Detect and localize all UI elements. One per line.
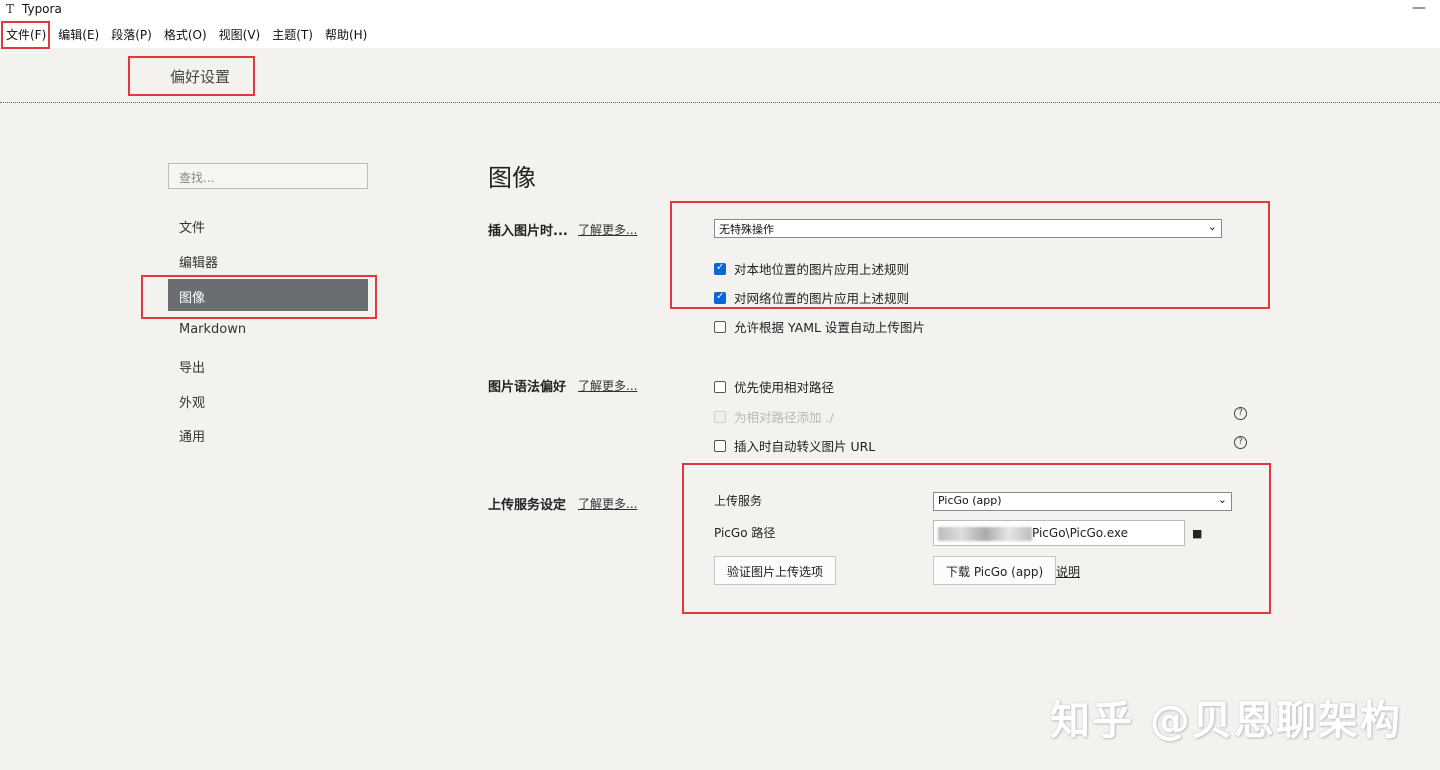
syntax-learn-more-link[interactable]: 了解更多... — [578, 377, 637, 394]
upload-learn-more-link[interactable]: 了解更多... — [578, 495, 637, 512]
insert-image-label: 插入图片时... — [488, 224, 568, 239]
watermark: 知乎 @贝恩聊架构 — [1050, 698, 1402, 744]
nav-item-export[interactable]: 导出 — [168, 349, 368, 381]
nav-item-image[interactable]: 图像 — [168, 279, 368, 311]
nav-item-general[interactable]: 通用 — [168, 418, 368, 450]
upload-service-select[interactable]: PicGo (app) ⌄ — [933, 492, 1232, 511]
chevron-down-icon: ⌄ — [1217, 493, 1227, 506]
menu-theme[interactable]: 主题(T) — [272, 26, 313, 43]
syntax-pref-label: 图片语法偏好 — [488, 380, 567, 395]
checkbox-icon[interactable] — [714, 262, 726, 275]
menu-format[interactable]: 格式(O) — [164, 26, 207, 43]
search-input[interactable]: 查找... — [168, 163, 368, 189]
typora-logo-icon: T — [6, 2, 15, 16]
checkbox-label: 优先使用相对路径 — [734, 380, 835, 395]
nav-item-editor[interactable]: 编辑器 — [168, 244, 368, 276]
checkbox-local-images[interactable]: 对本地位置的图片应用上述规则 — [714, 259, 909, 278]
menu-view[interactable]: 视图(V) — [219, 26, 261, 43]
help-icon[interactable]: ? — [1234, 407, 1247, 420]
checkbox-escape-url[interactable]: 插入时自动转义图片 URL — [714, 436, 875, 455]
checkbox-label: 为相对路径添加 ./ — [734, 410, 834, 425]
checkbox-yaml-upload[interactable]: 允许根据 YAML 设置自动上传图片 — [714, 317, 925, 336]
menu-file[interactable]: 文件(F) — [6, 26, 46, 43]
checkbox-label: 允许根据 YAML 设置自动上传图片 — [734, 320, 925, 335]
insert-action-select[interactable]: 无特殊操作 ⌄ — [714, 219, 1222, 238]
menu-edit[interactable]: 编辑(E) — [58, 26, 99, 43]
checkbox-icon — [714, 410, 726, 423]
folder-icon[interactable]: ■ — [1192, 527, 1202, 540]
nav-item-appearance[interactable]: 外观 — [168, 384, 368, 416]
checkbox-network-images[interactable]: 对网络位置的图片应用上述规则 — [714, 288, 909, 307]
insert-learn-more-link[interactable]: 了解更多... — [578, 221, 637, 238]
help-icon[interactable]: ? — [1234, 436, 1247, 449]
title-bar: T Typora — — [0, 0, 1440, 20]
checkbox-add-dot-slash: 为相对路径添加 ./ — [714, 407, 834, 426]
upload-service-field-label: 上传服务 — [714, 494, 763, 508]
menu-paragraph[interactable]: 段落(P) — [111, 26, 152, 43]
section-title: 图像 — [488, 164, 536, 192]
checkbox-label: 插入时自动转义图片 URL — [734, 439, 876, 454]
menu-bar: 文件(F) 编辑(E) 段落(P) 格式(O) 视图(V) 主题(T) 帮助(H… — [0, 20, 1440, 48]
checkbox-icon[interactable] — [714, 291, 726, 304]
checkbox-relative-path[interactable]: 优先使用相对路径 — [714, 377, 834, 396]
nav-item-file[interactable]: 文件 — [168, 209, 368, 241]
upload-service-label: 上传服务设定 — [488, 498, 567, 513]
verify-upload-button[interactable]: 验证图片上传选项 — [714, 556, 837, 585]
checkbox-icon[interactable] — [714, 439, 726, 452]
chevron-down-icon: ⌄ — [1207, 220, 1217, 233]
picgo-path-value: PicGo\PicGo.exe — [1032, 526, 1129, 540]
checkbox-label: 对网络位置的图片应用上述规则 — [734, 291, 910, 306]
upload-service-value: PicGo (app) — [938, 494, 1002, 507]
checkbox-icon[interactable] — [714, 380, 726, 393]
instructions-link[interactable]: 说明 — [1056, 563, 1080, 580]
header-divider — [0, 102, 1440, 103]
blurred-path-prefix — [938, 527, 1032, 541]
download-picgo-button[interactable]: 下载 PicGo (app) — [933, 556, 1057, 585]
minimize-button[interactable]: — — [1412, 0, 1426, 16]
picgo-path-label: PicGo 路径 — [714, 526, 776, 540]
preferences-title: 偏好设置 — [170, 68, 231, 86]
menu-help[interactable]: 帮助(H) — [325, 26, 367, 43]
nav-item-markdown[interactable]: Markdown — [168, 314, 368, 346]
checkbox-icon[interactable] — [714, 320, 726, 333]
checkbox-label: 对本地位置的图片应用上述规则 — [734, 262, 910, 277]
insert-action-value: 无特殊操作 — [719, 223, 774, 236]
picgo-path-input[interactable]: PicGo\PicGo.exe — [933, 520, 1185, 546]
window-title: Typora — [22, 2, 62, 16]
